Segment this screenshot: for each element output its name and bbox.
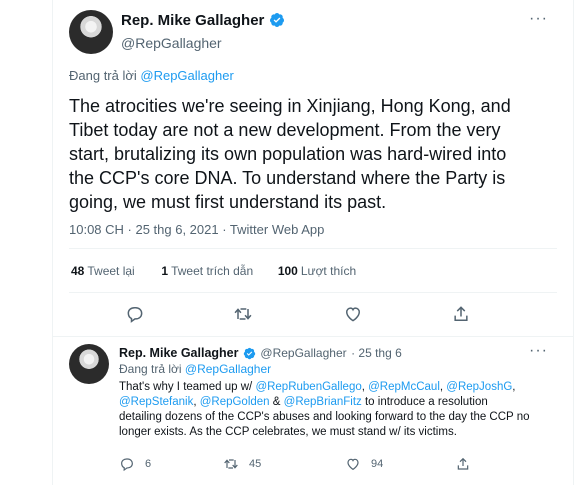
tweet-timestamp[interactable]: 10:08 CH · 25 thg 6, 2021 · Twitter Web … [69,222,324,237]
retweet-icon[interactable] [223,456,239,472]
avatar[interactable] [69,344,109,384]
author-info: Rep. Mike Gallagher @RepGallagher [121,12,285,51]
divider [53,336,573,337]
retweet-count: 45 [249,458,262,470]
retweet-button[interactable]: 45 [223,456,261,472]
replying-to-label: Đang trả lời [69,68,141,83]
reply-icon[interactable] [125,304,145,324]
reply-icon[interactable] [119,456,135,472]
more-options-icon[interactable]: ··· [529,10,548,28]
tweet-date[interactable]: · 25 thg 6 [351,346,402,360]
mention-link[interactable]: @RepMcCaul [368,381,440,393]
replying-to-label: Đang trả lời [119,362,185,376]
avatar[interactable] [69,10,113,54]
author-name[interactable]: Rep. Mike Gallagher [121,12,264,29]
likes-stat[interactable]: 100 Lượt thích [278,264,356,278]
mention-link[interactable]: @RepBrianFitz [284,396,362,408]
mention-link[interactable]: @RepGolden [200,396,270,408]
replying-to: Đang trả lời @RepGallagher [119,362,271,376]
author-handle[interactable]: @RepGallagher [260,346,346,360]
replying-to-handle[interactable]: @RepGallagher [140,68,233,83]
retweet-icon[interactable] [233,304,253,324]
like-count: 94 [371,458,384,470]
mention-link[interactable]: @RepRubenGallego [255,381,361,393]
divider [69,292,557,293]
reply-tweet-text: That's why I teamed up w/ @RepRubenGalle… [119,381,530,438]
author-handle[interactable]: @RepGallagher [121,35,285,51]
like-button[interactable]: 94 [345,456,383,472]
tweet-text: The atrocities we're seeing in Xinjiang,… [69,96,511,212]
share-icon[interactable] [455,456,471,472]
retweets-stat[interactable]: 48 Tweet lại [71,264,135,278]
mention-link[interactable]: @RepJoshG [446,381,512,393]
verified-badge-icon [269,12,285,33]
mention-link[interactable]: @RepStefanik [119,396,193,408]
replying-to-handle[interactable]: @RepGallagher [185,362,271,376]
quotes-stat[interactable]: 1 Tweet trích dẫn [161,264,253,278]
reply-count: 6 [145,458,152,470]
author-name[interactable]: Rep. Mike Gallagher [119,346,238,360]
divider [69,248,557,249]
tweet-thread-panel: Rep. Mike Gallagher @RepGallagher ··· Đa… [52,0,574,485]
replying-to: Đang trả lời @RepGallagher [69,68,234,83]
like-icon[interactable] [343,304,363,324]
share-icon[interactable] [451,304,471,324]
tweet-stats: 48 Tweet lại 1 Tweet trích dẫn 100 Lượt thí… [71,264,356,278]
like-icon[interactable] [345,456,361,472]
more-options-icon[interactable]: ··· [529,342,548,360]
reply-button[interactable]: 6 [119,456,151,472]
